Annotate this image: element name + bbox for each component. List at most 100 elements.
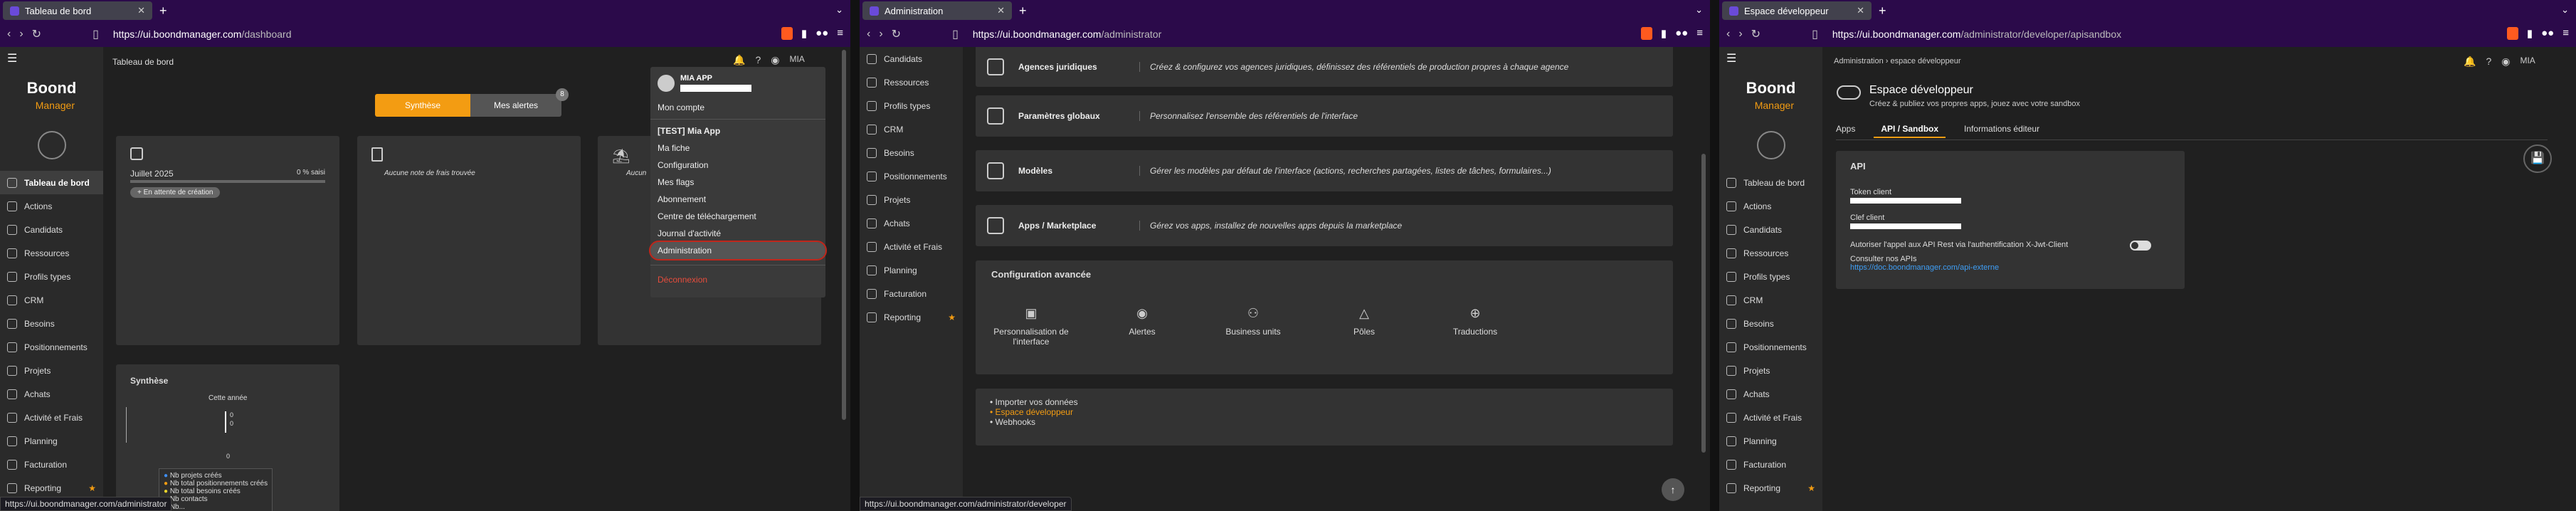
- extensions-icon[interactable]: ●●: [2541, 27, 2554, 40]
- sidebar-item-projets[interactable]: Projets: [1719, 359, 1822, 382]
- sidebar-item-achats[interactable]: Achats: [1719, 382, 1822, 406]
- help-icon[interactable]: ?: [2486, 56, 2491, 68]
- sidebar-item-reporting[interactable]: Reporting ★: [1719, 476, 1822, 500]
- sidebar-item-profils-types[interactable]: Profils types: [1719, 265, 1822, 288]
- sidebar-item-actions[interactable]: Actions: [1719, 194, 1822, 218]
- sidebar-item-ressources[interactable]: Ressources: [1719, 241, 1822, 265]
- forward-icon[interactable]: ›: [19, 28, 23, 41]
- menu-item-configuration[interactable]: Configuration: [650, 157, 825, 174]
- chevron-down-icon[interactable]: ⌄: [1695, 4, 1703, 16]
- reload-icon[interactable]: ↻: [1751, 27, 1761, 41]
- sidebar-item-tableau-de-bord[interactable]: Tableau de bord: [0, 171, 103, 194]
- bookmark-icon[interactable]: ▯: [1812, 27, 1818, 41]
- sidebar-item-positionnements[interactable]: Positionnements: [860, 164, 963, 188]
- tab-informations-editeur[interactable]: Informations éditeur: [1964, 121, 2039, 138]
- sidebar-item-reporting[interactable]: Reporting ★: [860, 305, 963, 329]
- forward-icon[interactable]: ›: [879, 28, 882, 41]
- sidebar-item-candidats[interactable]: Candidats: [0, 218, 103, 241]
- sidebar-toggle-icon[interactable]: ▮: [801, 27, 807, 40]
- bookmark-icon[interactable]: ▯: [93, 27, 99, 41]
- sidebar-item-actions[interactable]: Actions: [0, 194, 103, 218]
- address-field[interactable]: https://ui.boondmanager.com/administrato…: [973, 28, 1161, 40]
- menu-icon[interactable]: ≡: [1696, 27, 1703, 40]
- user-icon[interactable]: ◉: [2501, 56, 2510, 68]
- sidebar-item-facturation[interactable]: Facturation: [1719, 453, 1822, 476]
- bell-icon[interactable]: 🔔: [733, 54, 745, 66]
- menu-item-flags[interactable]: Mes flags: [650, 174, 825, 191]
- toggle-synthese[interactable]: Synthèse: [375, 94, 470, 117]
- menu-item-journal[interactable]: Journal d'activité: [650, 225, 825, 242]
- new-tab-icon[interactable]: +: [1879, 4, 1886, 19]
- hamburger-icon[interactable]: ☰: [1719, 47, 1822, 73]
- menu-item-administration[interactable]: Administration: [649, 241, 827, 260]
- xjwt-toggle[interactable]: [2130, 241, 2151, 251]
- address-field[interactable]: https://ui.boondmanager.com/dashboard: [113, 28, 292, 40]
- help-icon[interactable]: ?: [755, 54, 761, 66]
- sidebar-item-tableau-de-bord[interactable]: Tableau de bord: [1719, 171, 1822, 194]
- brave-shield-icon[interactable]: [1640, 27, 1652, 40]
- reload-icon[interactable]: ↻: [892, 27, 901, 41]
- link-webhooks[interactable]: • Webhooks: [990, 417, 1659, 427]
- bell-icon[interactable]: 🔔: [2464, 56, 2476, 68]
- back-icon[interactable]: ‹: [867, 28, 870, 41]
- link-espace-developpeur[interactable]: • Espace développeur: [990, 407, 1659, 417]
- admin-row-apps[interactable]: Apps / Marketplace Gérez vos apps, instal…: [976, 205, 1673, 246]
- sidebar-item-activite[interactable]: Activité et Frais: [1719, 406, 1822, 429]
- extensions-icon[interactable]: ●●: [815, 27, 828, 40]
- advanced-item-poles[interactable]: △ Pôles: [1318, 306, 1410, 347]
- sidebar-item-besoins[interactable]: Besoins: [1719, 312, 1822, 335]
- close-tab-icon[interactable]: ✕: [137, 5, 145, 16]
- brave-shield-icon[interactable]: [2506, 27, 2518, 40]
- avatar[interactable]: [1756, 131, 1785, 159]
- hamburger-icon[interactable]: ☰: [0, 47, 103, 73]
- sidebar-item-besoins[interactable]: Besoins: [860, 141, 963, 164]
- sidebar-item-activite[interactable]: Activité et Frais: [0, 406, 103, 429]
- advanced-item-alertes[interactable]: ◉ Alertes: [1096, 306, 1188, 347]
- breadcrumb-root[interactable]: Administration: [1834, 57, 1884, 65]
- tab-api-sandbox[interactable]: API / Sandbox: [1874, 121, 1946, 138]
- menu-item-telechargement[interactable]: Centre de téléchargement: [650, 208, 825, 225]
- chevron-down-icon[interactable]: ⌄: [835, 4, 843, 16]
- back-icon[interactable]: ‹: [7, 28, 11, 41]
- sidebar-item-facturation[interactable]: Facturation: [0, 453, 103, 476]
- tab-apps[interactable]: Apps: [1836, 121, 1855, 138]
- menu-item-ma-fiche[interactable]: Ma fiche: [650, 139, 825, 157]
- user-menu-button[interactable]: MIA: [789, 54, 804, 66]
- sidebar-item-planning[interactable]: Planning: [1719, 429, 1822, 453]
- tab-dashboard[interactable]: Tableau de bord ✕: [3, 1, 152, 20]
- save-button[interactable]: 💾: [2523, 144, 2552, 173]
- tab-developer[interactable]: Espace développeur ✕: [1722, 1, 1872, 20]
- forward-icon[interactable]: ›: [1738, 28, 1742, 41]
- advanced-item-traductions[interactable]: ⊕ Traductions: [1429, 306, 1521, 347]
- advanced-item-business-units[interactable]: ⚇ Business units: [1207, 306, 1299, 347]
- advanced-item-personnalisation[interactable]: ▣ Personnalisation de l'interface: [985, 306, 1077, 347]
- extensions-icon[interactable]: ●●: [1675, 27, 1688, 40]
- sidebar-item-achats[interactable]: Achats: [0, 382, 103, 406]
- bookmark-icon[interactable]: ▯: [952, 27, 959, 41]
- menu-item-logout[interactable]: Déconnexion: [650, 271, 825, 288]
- close-tab-icon[interactable]: ✕: [997, 5, 1005, 16]
- sidebar-item-planning[interactable]: Planning: [860, 258, 963, 282]
- scrollbar[interactable]: [1701, 154, 1706, 453]
- sidebar-toggle-icon[interactable]: ▮: [1661, 27, 1667, 40]
- sidebar-item-projets[interactable]: Projets: [860, 188, 963, 211]
- toggle-alertes[interactable]: Mes alertes: [470, 94, 561, 117]
- menu-icon[interactable]: ≡: [2562, 27, 2569, 40]
- timesheet-card[interactable]: Juillet 2025 0 % saisi + En attente de c…: [116, 136, 339, 345]
- sidebar-item-crm[interactable]: CRM: [0, 288, 103, 312]
- close-tab-icon[interactable]: ✕: [1857, 5, 1864, 16]
- sidebar-item-profils-types[interactable]: Profils types: [860, 94, 963, 117]
- sidebar-item-candidats[interactable]: Candidats: [860, 47, 963, 70]
- back-icon[interactable]: ‹: [1726, 28, 1730, 41]
- user-icon[interactable]: ◉: [771, 54, 779, 66]
- sidebar-item-crm[interactable]: CRM: [1719, 288, 1822, 312]
- sidebar-item-facturation[interactable]: Facturation: [860, 282, 963, 305]
- chevron-down-icon[interactable]: ⌄: [2561, 4, 2569, 16]
- link-importer[interactable]: • Importer vos données: [990, 397, 1659, 407]
- admin-row-modeles[interactable]: Modèles Gérer les modèles par défaut de l…: [976, 150, 1673, 191]
- sidebar-toggle-icon[interactable]: ▮: [2527, 27, 2533, 40]
- sidebar-item-positionnements[interactable]: Positionnements: [0, 335, 103, 359]
- sidebar-item-activite[interactable]: Activité et Frais: [860, 235, 963, 258]
- expense-card[interactable]: Aucune note de frais trouvée: [357, 136, 581, 345]
- address-field[interactable]: https://ui.boondmanager.com/administrato…: [1832, 28, 2121, 40]
